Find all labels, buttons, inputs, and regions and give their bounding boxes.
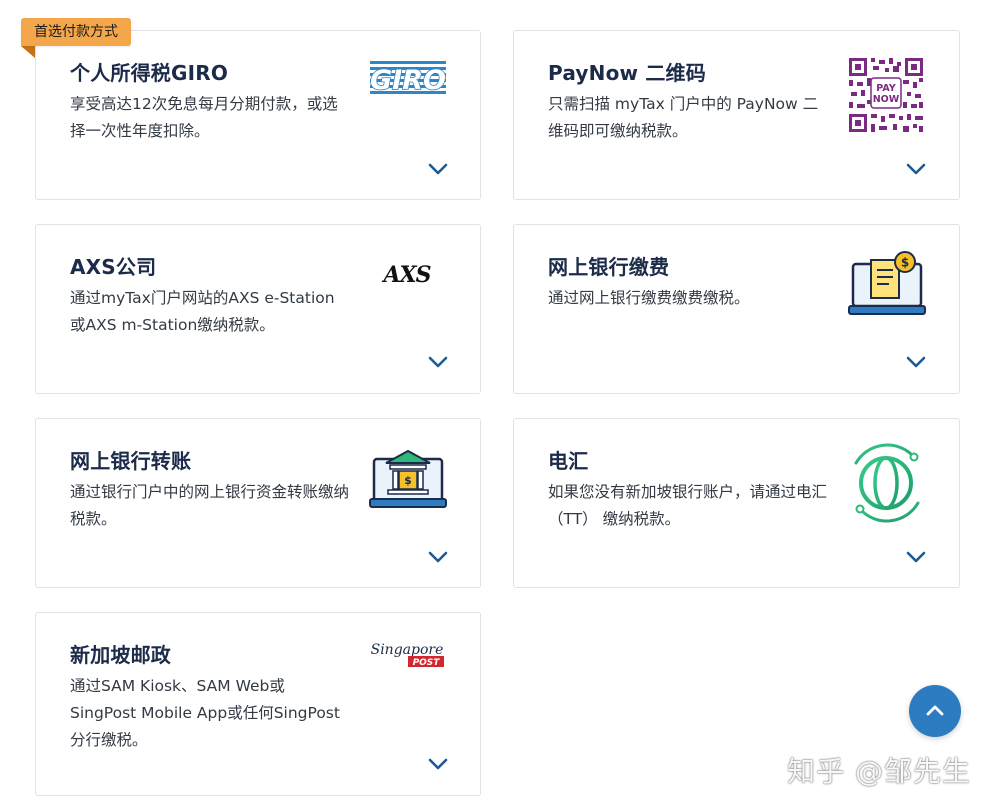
card-title: 电汇 bbox=[548, 449, 589, 473]
payment-card-axs[interactable]: AXS公司 通过myTax门户网站的AXS e-Station或AXS m-St… bbox=[35, 224, 481, 394]
axs-logo: AXS bbox=[373, 261, 441, 288]
card-description: 通过myTax门户网站的AXS e-Station或AXS m-Station缴… bbox=[70, 289, 335, 334]
payment-card-singpost[interactable]: 新加坡邮政 通过SAM Kiosk、SAM Web或SingPost Mobil… bbox=[35, 612, 481, 796]
payment-card-internet-bill-payment[interactable]: 网上银行缴费 通过网上银行缴费缴费缴税。 $ bbox=[513, 224, 960, 394]
expand-chevron-icon[interactable] bbox=[905, 550, 927, 564]
card-title: PayNow 二维码 bbox=[548, 61, 706, 85]
svg-text:$: $ bbox=[404, 474, 412, 487]
card-description: 通过网上银行缴费缴费缴税。 bbox=[548, 289, 750, 307]
payment-card-telegraphic-transfer[interactable]: 电汇 如果您没有新加坡银行账户，请通过电汇 （TT） 缴纳税款。 bbox=[513, 418, 960, 588]
svg-text:$: $ bbox=[901, 256, 909, 270]
bill-payment-icon: $ bbox=[847, 250, 927, 318]
card-description: 只需扫描 myTax 门户中的 PayNow 二维码即可缴纳税款。 bbox=[548, 95, 819, 140]
zhihu-watermark: 知乎 @邹先生 bbox=[787, 755, 971, 788]
card-title: AXS公司 bbox=[70, 255, 157, 279]
card-title: 个人所得税GIRO bbox=[70, 61, 229, 85]
payment-card-giro[interactable]: 个人所得税GIRO 享受高达12次免息每月分期付款，或选择一次性年度扣除。 GI… bbox=[35, 30, 481, 200]
card-description: 如果您没有新加坡银行账户，请通过电汇 （TT） 缴纳税款。 bbox=[548, 483, 828, 528]
paynow-qr-code: PAY NOW bbox=[847, 56, 925, 134]
card-title: 新加坡邮政 bbox=[70, 643, 171, 667]
svg-text:POST: POST bbox=[413, 658, 441, 668]
card-title: 网上银行转账 bbox=[70, 449, 192, 473]
svg-text:GIRO: GIRO bbox=[370, 65, 446, 96]
preferred-payment-badge: 首选付款方式 bbox=[21, 18, 131, 46]
card-title: 网上银行缴费 bbox=[548, 255, 670, 279]
scroll-to-top-button[interactable] bbox=[909, 685, 961, 737]
card-description: 通过银行门户中的网上银行资金转账缴纳税款。 bbox=[70, 483, 350, 528]
card-description: 通过SAM Kiosk、SAM Web或SingPost Mobile App或… bbox=[70, 677, 340, 749]
expand-chevron-icon[interactable] bbox=[427, 550, 449, 564]
payment-card-paynow[interactable]: PayNow 二维码 只需扫描 myTax 门户中的 PayNow 二维码即可缴… bbox=[513, 30, 960, 200]
expand-chevron-icon[interactable] bbox=[427, 162, 449, 176]
svg-text:AXS: AXS bbox=[381, 262, 430, 287]
globe-icon bbox=[844, 443, 928, 525]
expand-chevron-icon[interactable] bbox=[427, 355, 449, 369]
card-description: 享受高达12次免息每月分期付款，或选择一次性年度扣除。 bbox=[70, 95, 338, 140]
giro-logo: GIRO bbox=[369, 58, 447, 97]
svg-text:NOW: NOW bbox=[873, 94, 900, 105]
expand-chevron-icon[interactable] bbox=[905, 162, 927, 176]
expand-chevron-icon[interactable] bbox=[427, 757, 449, 771]
payment-card-internet-bank-transfer[interactable]: 网上银行转账 通过银行门户中的网上银行资金转账缴纳税款。 $ bbox=[35, 418, 481, 588]
chevron-up-icon bbox=[926, 705, 944, 716]
bank-transfer-icon: $ bbox=[368, 447, 448, 509]
svg-text:PAY: PAY bbox=[876, 83, 896, 94]
expand-chevron-icon[interactable] bbox=[905, 355, 927, 369]
badge-fold bbox=[21, 46, 35, 58]
svg-text:Singapore: Singapore bbox=[371, 642, 444, 658]
singpost-logo: Singapore POST bbox=[368, 639, 446, 669]
